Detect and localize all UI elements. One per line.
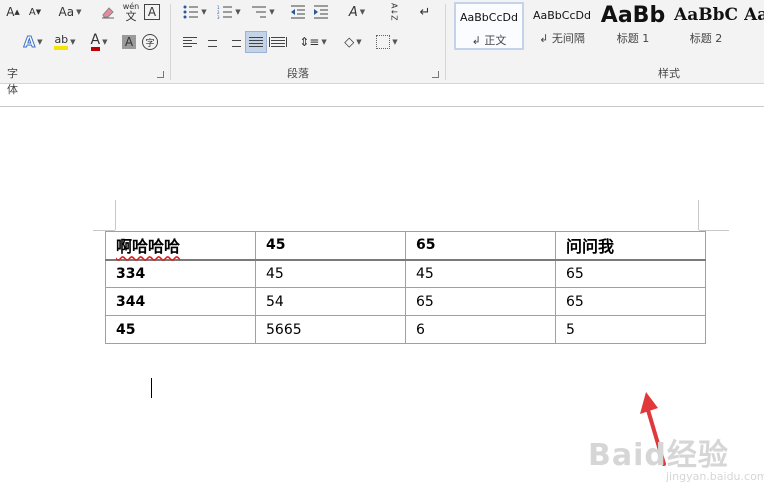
- character-shading-button[interactable]: A: [120, 32, 138, 52]
- align-right-button[interactable]: [224, 32, 244, 52]
- styles-group-label: 样式: [658, 67, 680, 80]
- numbered-list-icon: 123: [217, 5, 233, 19]
- ribbon: A ▲ A ▼ Aa ▼ wén 文 A A ▼ ab ▼ A ▼ A 字 字体 ▼ 123…: [0, 0, 764, 96]
- table-cell[interactable]: 65: [405, 287, 556, 316]
- text-effects-button[interactable]: A ▼: [18, 32, 48, 52]
- table-row: 啊哈哈哈 45 65 问问我: [105, 231, 706, 261]
- margin-corner-left: [115, 200, 116, 230]
- chevron-down-icon: ▼: [201, 8, 207, 16]
- borders-button[interactable]: ▼: [370, 32, 404, 52]
- table-row: 45 5665 6 5: [105, 315, 706, 344]
- style-title[interactable]: Aa: [744, 2, 764, 50]
- paragraph-group-label: 段落: [287, 67, 309, 80]
- chevron-down-icon: ▼: [359, 8, 366, 16]
- page-top-edge: [0, 106, 764, 107]
- style-normal[interactable]: AaBbCcDd ↲ 正文: [454, 2, 524, 50]
- table-cell[interactable]: 334: [105, 259, 256, 288]
- down-arrow-icon: ▼: [35, 8, 42, 16]
- group-separator: [445, 4, 446, 80]
- return-arrow-icon: ↵: [419, 4, 431, 20]
- align-right-icon: [227, 37, 241, 47]
- group-separator: [170, 4, 171, 80]
- enclose-characters-button[interactable]: 字: [141, 32, 159, 52]
- style-heading-2[interactable]: AaBbC 标题 2: [670, 2, 742, 50]
- eraser-icon: [102, 7, 114, 19]
- decrease-indent-button[interactable]: [288, 2, 308, 22]
- borders-icon: [376, 35, 391, 49]
- table-cell[interactable]: 啊哈哈哈: [105, 231, 256, 261]
- justify-button[interactable]: [245, 31, 267, 53]
- font-group-label: 字体: [7, 67, 18, 96]
- align-center-icon: [205, 37, 219, 47]
- decrease-indent-icon: [291, 5, 305, 19]
- table-cell[interactable]: 45: [255, 231, 406, 261]
- bullet-list-icon: [183, 5, 199, 19]
- show-marks-button[interactable]: ↵: [416, 2, 434, 22]
- justify-icon: [249, 37, 263, 47]
- chevron-down-icon: ▼: [70, 38, 76, 46]
- table-cell[interactable]: 问问我: [555, 231, 706, 261]
- grow-font-button[interactable]: A ▲: [4, 2, 22, 22]
- align-left-icon: [183, 37, 197, 47]
- table-cell[interactable]: 344: [105, 287, 256, 316]
- multilevel-list-icon: [252, 6, 267, 18]
- character-border-button[interactable]: A: [143, 2, 161, 22]
- baidu-watermark: Baid经验 jingyan.baidu.com: [588, 438, 764, 483]
- text-highlight-button[interactable]: ab ▼: [50, 32, 80, 52]
- distributed-icon: [269, 37, 287, 47]
- change-case-button[interactable]: Aa ▼: [54, 2, 86, 22]
- up-arrow-icon: ▲: [14, 8, 20, 16]
- table-cell[interactable]: 6: [405, 315, 556, 344]
- chevron-down-icon: ▼: [76, 8, 82, 16]
- paint-bucket-icon: ◇: [344, 34, 355, 50]
- increase-indent-icon: [314, 5, 328, 19]
- line-spacing-icon: ⇕≡: [299, 35, 320, 49]
- table-cell[interactable]: 65: [405, 231, 556, 261]
- document-table[interactable]: 啊哈哈哈 45 65 问问我 334 45 45 65 344 54 65 65…: [105, 231, 706, 344]
- table-cell[interactable]: 45: [105, 315, 256, 344]
- table-cell[interactable]: 45: [255, 259, 406, 288]
- style-heading-1[interactable]: AaBb 标题 1: [598, 2, 668, 50]
- align-left-button[interactable]: [180, 32, 200, 52]
- chevron-down-icon: ▼: [321, 38, 327, 46]
- table-cell[interactable]: 5665: [255, 315, 406, 344]
- shrink-font-button[interactable]: A ▼: [26, 2, 44, 22]
- increase-indent-button[interactable]: [311, 2, 331, 22]
- table-cell[interactable]: 65: [555, 287, 706, 316]
- sort-button[interactable]: A↓Z: [384, 0, 404, 24]
- multilevel-list-button[interactable]: ▼: [248, 2, 278, 22]
- phonetic-guide-button[interactable]: wén 文: [121, 0, 141, 24]
- chevron-down-icon: ▼: [37, 38, 43, 46]
- numbering-button[interactable]: 1 2 3 ▼: [214, 2, 244, 22]
- shading-button[interactable]: ◇ ▼: [338, 32, 368, 52]
- paragraph-dialog-launcher-icon[interactable]: [432, 71, 439, 78]
- table-cell[interactable]: 5: [555, 315, 706, 344]
- clear-formatting-button[interactable]: [98, 2, 118, 22]
- distributed-button[interactable]: [268, 32, 288, 52]
- table-cell[interactable]: 65: [555, 259, 706, 288]
- font-dialog-launcher-icon[interactable]: [157, 71, 164, 78]
- table-cell[interactable]: 54: [255, 287, 406, 316]
- table-row: 334 45 45 65: [105, 259, 706, 288]
- font-color-button[interactable]: A ▼: [84, 32, 114, 52]
- table-row: 344 54 65 65: [105, 287, 706, 316]
- chevron-down-icon: ▼: [102, 38, 108, 46]
- text-cursor: [151, 378, 152, 398]
- style-no-spacing[interactable]: AaBbCcDd ↲ 无间隔: [526, 2, 598, 50]
- margin-corner-right: [698, 200, 699, 230]
- table-cell[interactable]: 45: [405, 259, 556, 288]
- chevron-down-icon: ▼: [269, 8, 275, 16]
- chevron-down-icon: ▼: [235, 8, 241, 16]
- chevron-down-icon: ▼: [392, 38, 398, 46]
- asian-layout-button[interactable]: A ▼: [342, 2, 372, 22]
- align-center-button[interactable]: [202, 32, 222, 52]
- bullets-button[interactable]: ▼: [180, 2, 210, 22]
- line-spacing-button[interactable]: ⇕≡ ▼: [298, 32, 328, 52]
- chevron-down-icon: ▼: [356, 38, 362, 46]
- svg-text:3: 3: [217, 15, 220, 19]
